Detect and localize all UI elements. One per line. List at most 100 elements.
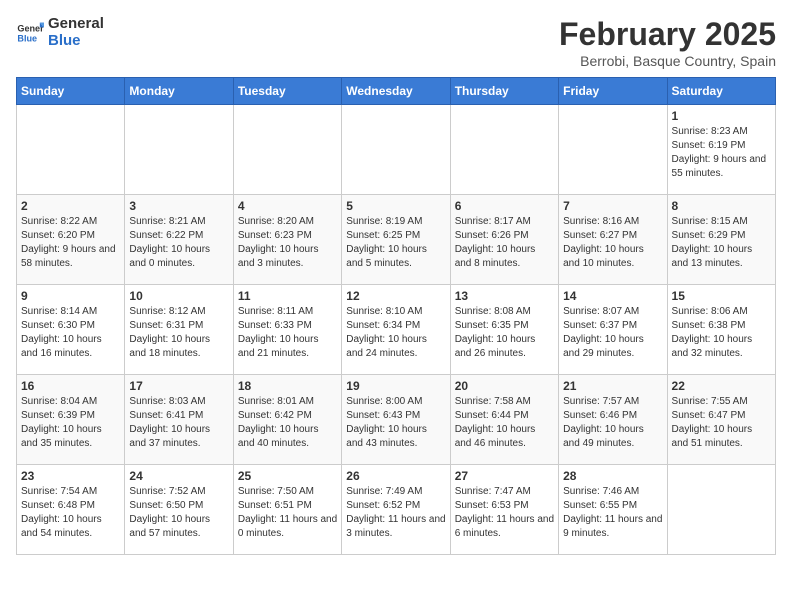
calendar-cell: 8Sunrise: 8:15 AM Sunset: 6:29 PM Daylig… (667, 195, 775, 285)
calendar-cell: 22 Sunrise: 7:55 AM Sunset: 6:47 PM Dayli… (667, 375, 775, 465)
day-number: 17 (129, 379, 228, 393)
day-info: Sunrise: 7:55 AM Sunset: 6:47 PM Dayligh… (672, 395, 771, 451)
day-info: Sunrise: 8:08 AM Sunset: 6:35 PM Dayligh… (455, 305, 554, 361)
day-number: 1 (672, 109, 771, 123)
calendar-week-row: 16 Sunrise: 8:04 AM Sunset: 6:39 PM Dayli… (17, 375, 776, 465)
day-number: 18 (238, 379, 337, 393)
col-header-thursday: Thursday (450, 78, 558, 105)
logo-icon: General Blue (16, 19, 44, 47)
day-number: 8 (672, 199, 771, 213)
day-info: Sunrise: 7:58 AM Sunset: 6:44 PM Dayligh… (455, 395, 554, 451)
day-number: 22 (672, 379, 771, 393)
day-number: 6 (455, 199, 554, 213)
day-info: Sunrise: 8:10 AM Sunset: 6:34 PM Dayligh… (346, 305, 445, 361)
day-number: 2 (21, 199, 120, 213)
calendar-cell: 3 Sunrise: 8:21 AM Sunset: 6:22 PM Daylig… (125, 195, 233, 285)
day-info: Sunrise: 8:00 AM Sunset: 6:43 PM Dayligh… (346, 395, 445, 451)
calendar-cell: 16 Sunrise: 8:04 AM Sunset: 6:39 PM Dayli… (17, 375, 125, 465)
page-header: General Blue General Blue February 2025 … (16, 16, 776, 69)
day-number: 16 (21, 379, 120, 393)
day-number: 26 (346, 469, 445, 483)
day-number: 23 (21, 469, 120, 483)
day-info: Sunrise: 8:21 AM Sunset: 6:22 PM Dayligh… (129, 215, 228, 271)
day-number: 25 (238, 469, 337, 483)
day-number: 3 (129, 199, 228, 213)
calendar-cell (125, 105, 233, 195)
day-info: Sunrise: 7:47 AM Sunset: 6:53 PM Dayligh… (455, 485, 554, 541)
calendar-table: SundayMondayTuesdayWednesdayThursdayFrid… (16, 77, 776, 555)
day-info: Sunrise: 8:23 AM Sunset: 6:19 PM Dayligh… (672, 125, 771, 181)
day-info: Sunrise: 7:49 AM Sunset: 6:52 PM Dayligh… (346, 485, 445, 541)
day-number: 9 (21, 289, 120, 303)
calendar-cell: 26 Sunrise: 7:49 AM Sunset: 6:52 PM Dayli… (342, 465, 450, 555)
col-header-saturday: Saturday (667, 78, 775, 105)
day-info: Sunrise: 8:19 AM Sunset: 6:25 PM Dayligh… (346, 215, 445, 271)
calendar-week-row: 1 Sunrise: 8:23 AM Sunset: 6:19 PM Daylig… (17, 105, 776, 195)
calendar-cell: 5 Sunrise: 8:19 AM Sunset: 6:25 PM Daylig… (342, 195, 450, 285)
day-info: Sunrise: 8:06 AM Sunset: 6:38 PM Dayligh… (672, 305, 771, 361)
calendar-cell: 9 Sunrise: 8:14 AM Sunset: 6:30 PM Daylig… (17, 285, 125, 375)
calendar-cell: 6 Sunrise: 8:17 AM Sunset: 6:26 PM Daylig… (450, 195, 558, 285)
calendar-cell: 18 Sunrise: 8:01 AM Sunset: 6:42 PM Dayli… (233, 375, 341, 465)
day-number: 4 (238, 199, 337, 213)
logo: General Blue General Blue (16, 16, 104, 49)
day-info: Sunrise: 7:50 AM Sunset: 6:51 PM Dayligh… (238, 485, 337, 541)
calendar-cell: 28 Sunrise: 7:46 AM Sunset: 6:55 PM Dayli… (559, 465, 667, 555)
title-block: February 2025 Berrobi, Basque Country, S… (559, 16, 776, 69)
col-header-tuesday: Tuesday (233, 78, 341, 105)
calendar-cell: 24 Sunrise: 7:52 AM Sunset: 6:50 PM Dayli… (125, 465, 233, 555)
calendar-cell: 4Sunrise: 8:20 AM Sunset: 6:23 PM Daylig… (233, 195, 341, 285)
day-number: 12 (346, 289, 445, 303)
calendar-cell (667, 465, 775, 555)
calendar-cell (450, 105, 558, 195)
calendar-cell: 17 Sunrise: 8:03 AM Sunset: 6:41 PM Dayli… (125, 375, 233, 465)
calendar-cell: 2 Sunrise: 8:22 AM Sunset: 6:20 PM Daylig… (17, 195, 125, 285)
day-number: 7 (563, 199, 662, 213)
day-number: 10 (129, 289, 228, 303)
col-header-wednesday: Wednesday (342, 78, 450, 105)
calendar-cell: 12 Sunrise: 8:10 AM Sunset: 6:34 PM Dayli… (342, 285, 450, 375)
calendar-cell: 19 Sunrise: 8:00 AM Sunset: 6:43 PM Dayli… (342, 375, 450, 465)
location-subtitle: Berrobi, Basque Country, Spain (559, 53, 776, 69)
col-header-monday: Monday (125, 78, 233, 105)
day-number: 24 (129, 469, 228, 483)
day-info: Sunrise: 7:46 AM Sunset: 6:55 PM Dayligh… (563, 485, 662, 541)
calendar-week-row: 9 Sunrise: 8:14 AM Sunset: 6:30 PM Daylig… (17, 285, 776, 375)
day-number: 28 (563, 469, 662, 483)
calendar-cell: 15 Sunrise: 8:06 AM Sunset: 6:38 PM Dayli… (667, 285, 775, 375)
day-info: Sunrise: 8:22 AM Sunset: 6:20 PM Dayligh… (21, 215, 120, 271)
day-number: 15 (672, 289, 771, 303)
day-number: 5 (346, 199, 445, 213)
calendar-week-row: 2 Sunrise: 8:22 AM Sunset: 6:20 PM Daylig… (17, 195, 776, 285)
day-info: Sunrise: 8:16 AM Sunset: 6:27 PM Dayligh… (563, 215, 662, 271)
calendar-cell: 25 Sunrise: 7:50 AM Sunset: 6:51 PM Dayli… (233, 465, 341, 555)
logo-general: General (48, 16, 104, 33)
calendar-cell: 7 Sunrise: 8:16 AM Sunset: 6:27 PM Daylig… (559, 195, 667, 285)
day-info: Sunrise: 7:52 AM Sunset: 6:50 PM Dayligh… (129, 485, 228, 541)
calendar-cell: 27 Sunrise: 7:47 AM Sunset: 6:53 PM Dayli… (450, 465, 558, 555)
calendar-cell (233, 105, 341, 195)
col-header-sunday: Sunday (17, 78, 125, 105)
calendar-cell: 21 Sunrise: 7:57 AM Sunset: 6:46 PM Dayli… (559, 375, 667, 465)
day-info: Sunrise: 8:04 AM Sunset: 6:39 PM Dayligh… (21, 395, 120, 451)
day-number: 14 (563, 289, 662, 303)
calendar-cell: 11Sunrise: 8:11 AM Sunset: 6:33 PM Dayli… (233, 285, 341, 375)
day-info: Sunrise: 8:03 AM Sunset: 6:41 PM Dayligh… (129, 395, 228, 451)
svg-text:Blue: Blue (17, 33, 37, 43)
day-info: Sunrise: 8:01 AM Sunset: 6:42 PM Dayligh… (238, 395, 337, 451)
day-number: 13 (455, 289, 554, 303)
day-info: Sunrise: 8:14 AM Sunset: 6:30 PM Dayligh… (21, 305, 120, 361)
day-number: 21 (563, 379, 662, 393)
calendar-cell (559, 105, 667, 195)
month-title: February 2025 (559, 16, 776, 53)
day-info: Sunrise: 8:07 AM Sunset: 6:37 PM Dayligh… (563, 305, 662, 361)
calendar-cell: 10Sunrise: 8:12 AM Sunset: 6:31 PM Dayli… (125, 285, 233, 375)
day-number: 19 (346, 379, 445, 393)
logo-blue: Blue (48, 33, 104, 50)
calendar-cell: 23Sunrise: 7:54 AM Sunset: 6:48 PM Dayli… (17, 465, 125, 555)
day-info: Sunrise: 7:57 AM Sunset: 6:46 PM Dayligh… (563, 395, 662, 451)
day-info: Sunrise: 8:17 AM Sunset: 6:26 PM Dayligh… (455, 215, 554, 271)
calendar-cell (17, 105, 125, 195)
calendar-cell (342, 105, 450, 195)
day-number: 27 (455, 469, 554, 483)
